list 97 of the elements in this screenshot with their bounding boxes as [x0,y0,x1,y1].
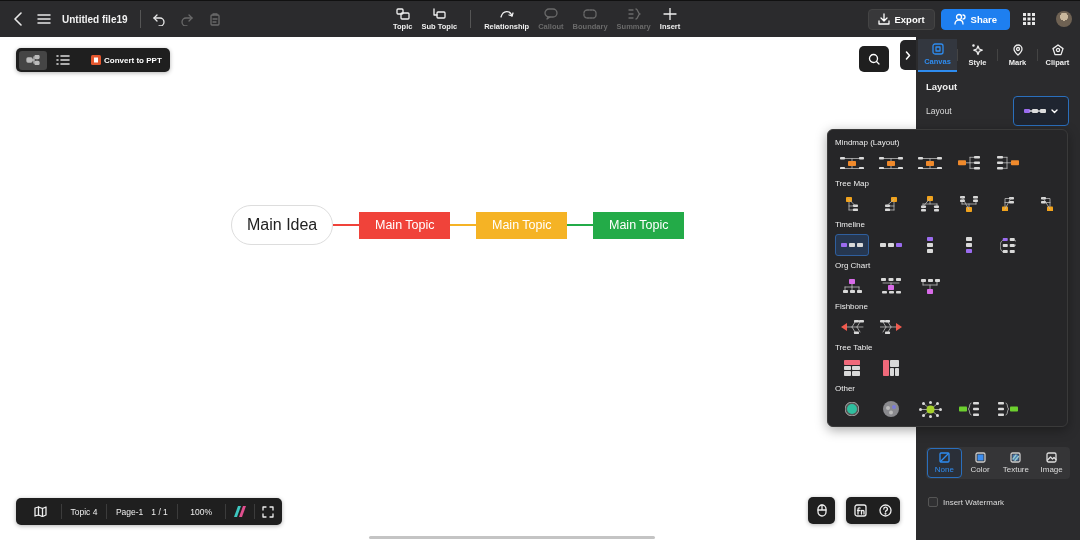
layout-diagram-icon [997,156,1019,170]
layout-diagram-icon [883,360,899,376]
mouse-mode-button[interactable] [814,502,829,519]
layout-diagram-icon [844,360,860,376]
layout-diagram-icon [918,156,942,170]
image-icon [1046,452,1058,463]
topic-node[interactable]: Main Topic [359,211,451,239]
pentagon-icon [1051,43,1064,56]
search-button[interactable] [859,46,889,72]
layout-diagram-icon [883,401,899,417]
function-button[interactable] [852,502,869,519]
layout-select[interactable] [1013,96,1069,126]
clipboard-icon [207,12,222,26]
subtopic-icon [432,7,447,20]
layout-diagram-icon [846,196,858,212]
collapse-button[interactable] [900,40,916,70]
share-button[interactable]: Share [940,8,1010,30]
layout-diagram-icon [921,196,939,212]
layout-diagram-icon [920,278,940,294]
section-title: Layout [926,81,959,92]
function-icon [854,504,867,517]
slides-icon [91,55,101,65]
background-option[interactable]: Color [962,448,998,478]
layout-diagram-icon [918,400,942,418]
slanted-bars-icon [232,505,247,518]
avatar[interactable] [1056,11,1072,27]
sparkle-icon [971,43,984,56]
layout-diagram-icon [959,402,979,416]
group-title: Timeline [835,219,866,231]
checkbox-label: Insert Watermark [943,497,1005,507]
speech-bubble-icon [543,7,558,20]
grid-icon [1023,13,1035,25]
export-button[interactable]: Export [867,8,935,30]
layout-diagram-icon [845,402,859,416]
layout-diagram-icon [880,319,902,335]
layout-diagram-icon [885,196,897,212]
color-swatch-icon [974,452,986,463]
layout-diagram-icon [1002,196,1014,212]
background-option[interactable]: Image [1034,448,1069,478]
group-title: Tree Map [835,178,870,190]
layout-diagram-icon [998,402,1018,416]
pin-icon [1011,43,1024,56]
list-icon [56,55,70,65]
layout-diagram-icon [840,319,864,335]
timeline-layout-icon [1024,108,1046,114]
redo-icon [179,12,194,26]
group-title: Mindmap (Layout) [835,137,901,149]
bracket-icon [626,7,641,20]
help-icon [879,504,892,517]
none-icon [938,452,950,463]
document-title: Untitled file19 [62,13,128,25]
layout-diagram-icon [842,279,862,293]
root-node[interactable]: Main Idea [231,205,334,245]
background-option[interactable]: None [927,448,962,478]
fullscreen-icon [262,505,274,518]
layout-diagram-icon [841,243,863,247]
group-title: Fishbone [835,301,869,313]
back-icon [13,12,23,26]
layout-option[interactable] [835,234,869,256]
topic-icon [395,7,410,20]
layout-diagram-icon [958,156,980,170]
zoom-level[interactable]: 100% [177,506,226,517]
map-icon [34,506,47,517]
page-name: Page-1 [115,506,144,517]
layout-diagram-icon [1041,196,1053,212]
texture-icon [1010,452,1022,463]
undo-icon [151,12,166,26]
topic-count: Topic 4 [69,506,99,517]
canvas-icon [931,42,944,55]
group-title: Other [835,383,856,395]
scrollbar[interactable] [369,536,655,539]
layout-diagram-icon [999,237,1017,253]
page-count: 1 / 1 [151,506,168,517]
layout-diagram-icon [881,278,901,294]
mouse-icon [816,504,827,517]
layout-diagram-icon [960,196,978,212]
group-title: Org Chart [835,260,872,272]
mind-map-icon [26,55,40,65]
layout-diagram-icon [880,243,902,247]
layout-diagram-icon [966,237,972,253]
chevron-right-icon [905,50,911,60]
download-icon [877,13,890,25]
chevron-down-icon [1051,108,1058,114]
menu-icon [37,13,51,25]
search-icon [868,53,880,65]
view-toggle[interactable] [19,50,47,70]
layout-diagram-icon [879,156,903,170]
layout-diagram-icon [840,156,864,170]
group-title: Tree Table [835,342,874,354]
field-label: Layout [926,106,952,116]
background-option[interactable]: Texture [998,448,1034,478]
checkbox[interactable] [928,497,938,507]
boundary-icon [583,7,598,20]
layout-diagram-icon [927,237,933,253]
user-icon [953,13,966,25]
plus-icon [663,7,677,20]
help-button[interactable] [877,502,894,519]
